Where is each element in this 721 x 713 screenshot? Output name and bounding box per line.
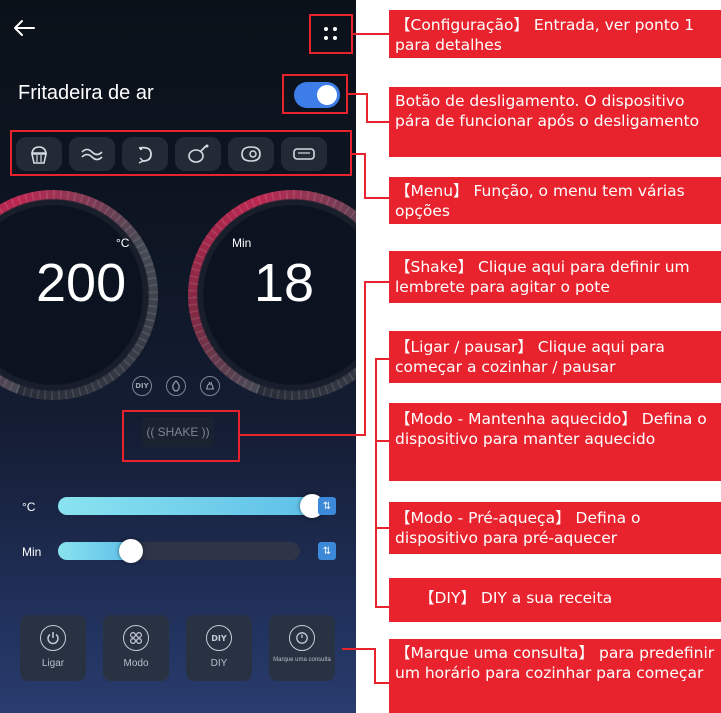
connector-line xyxy=(366,121,389,123)
connector-line xyxy=(364,153,366,199)
toggle-highlight xyxy=(282,74,348,114)
time-slider[interactable] xyxy=(58,542,300,560)
diy-icon: DIY xyxy=(206,625,232,651)
time-adjust-icon[interactable]: ⇅ xyxy=(318,542,336,560)
consulta-label: Marque uma consulta xyxy=(273,657,331,663)
connector-line xyxy=(375,440,389,442)
keep-warm-mode-icon[interactable] xyxy=(200,376,220,396)
connector-line xyxy=(342,648,376,650)
mode-grid-icon xyxy=(123,625,149,651)
temperature-value: 200 xyxy=(36,253,127,313)
action-bar: Ligar Modo DIY DIY Marque uma consulta xyxy=(20,615,335,681)
connector-line xyxy=(364,197,389,199)
mode-indicators: DIY xyxy=(132,376,220,396)
ligar-button[interactable]: Ligar xyxy=(20,615,86,681)
time-slider-label: Min xyxy=(22,545,42,559)
ligar-label: Ligar xyxy=(41,658,65,669)
callout-consulta: 【Marque uma consulta】 para predefinir um… xyxy=(389,639,721,713)
modo-label: Modo xyxy=(123,658,149,669)
connector-line xyxy=(364,281,389,283)
config-highlight xyxy=(309,14,353,54)
time-slider-knob[interactable] xyxy=(118,539,143,563)
callout-mantenha-aquecido: 【Modo - Mantenha aquecido】 Defina o disp… xyxy=(389,403,721,481)
callout-menu: 【Menu】 Função, o menu tem várias opções xyxy=(389,177,721,224)
page-title: Fritadeira de ar xyxy=(18,82,154,104)
callout-desligamento: Botão de desligamento. O dispositivo pár… xyxy=(389,87,721,157)
callout-configuracao: 【Configuração】 Entrada, ver ponto 1 para… xyxy=(389,10,721,58)
connector-line xyxy=(366,93,368,123)
callout-diy: 【DIY】 DIY a sua receita xyxy=(389,578,721,622)
shake-highlight xyxy=(122,410,240,462)
back-arrow-icon[interactable] xyxy=(12,18,36,38)
connector-line xyxy=(364,281,366,436)
timer-icon xyxy=(289,625,315,651)
temperature-slider-label: °C xyxy=(22,500,36,514)
connector-line xyxy=(240,434,366,436)
consulta-button[interactable]: Marque uma consulta xyxy=(269,615,335,681)
connector-line xyxy=(375,606,389,608)
callout-shake: 【Shake】 Clique aqui para definir um lemb… xyxy=(389,251,721,303)
connector-line xyxy=(374,682,389,684)
connector-line xyxy=(375,527,389,529)
connector-line xyxy=(375,358,389,360)
connector-line xyxy=(348,93,368,95)
menu-highlight xyxy=(10,130,352,176)
modo-button[interactable]: Modo xyxy=(103,615,169,681)
preheat-mode-icon[interactable] xyxy=(166,376,186,396)
connector-line xyxy=(375,358,377,608)
callout-ligar-pausar: 【Ligar / pausar】 Clique aqui para começa… xyxy=(389,331,721,383)
temperature-unit: °C xyxy=(116,236,130,250)
temperature-slider-fill xyxy=(58,497,314,515)
connector-line xyxy=(353,33,389,35)
temperature-slider[interactable] xyxy=(58,497,314,515)
diy-mode-icon[interactable]: DIY xyxy=(132,376,152,396)
time-unit: Min xyxy=(232,236,252,250)
temperature-adjust-icon[interactable]: ⇅ xyxy=(318,497,336,515)
power-icon xyxy=(40,625,66,651)
diy-button[interactable]: DIY DIY xyxy=(186,615,252,681)
time-value: 18 xyxy=(254,253,315,313)
callout-pre-aqueca: 【Modo - Pré-aqueça】 Defina o dispositivo… xyxy=(389,502,721,554)
connector-line xyxy=(374,648,376,684)
diy-label: DIY xyxy=(210,658,228,669)
